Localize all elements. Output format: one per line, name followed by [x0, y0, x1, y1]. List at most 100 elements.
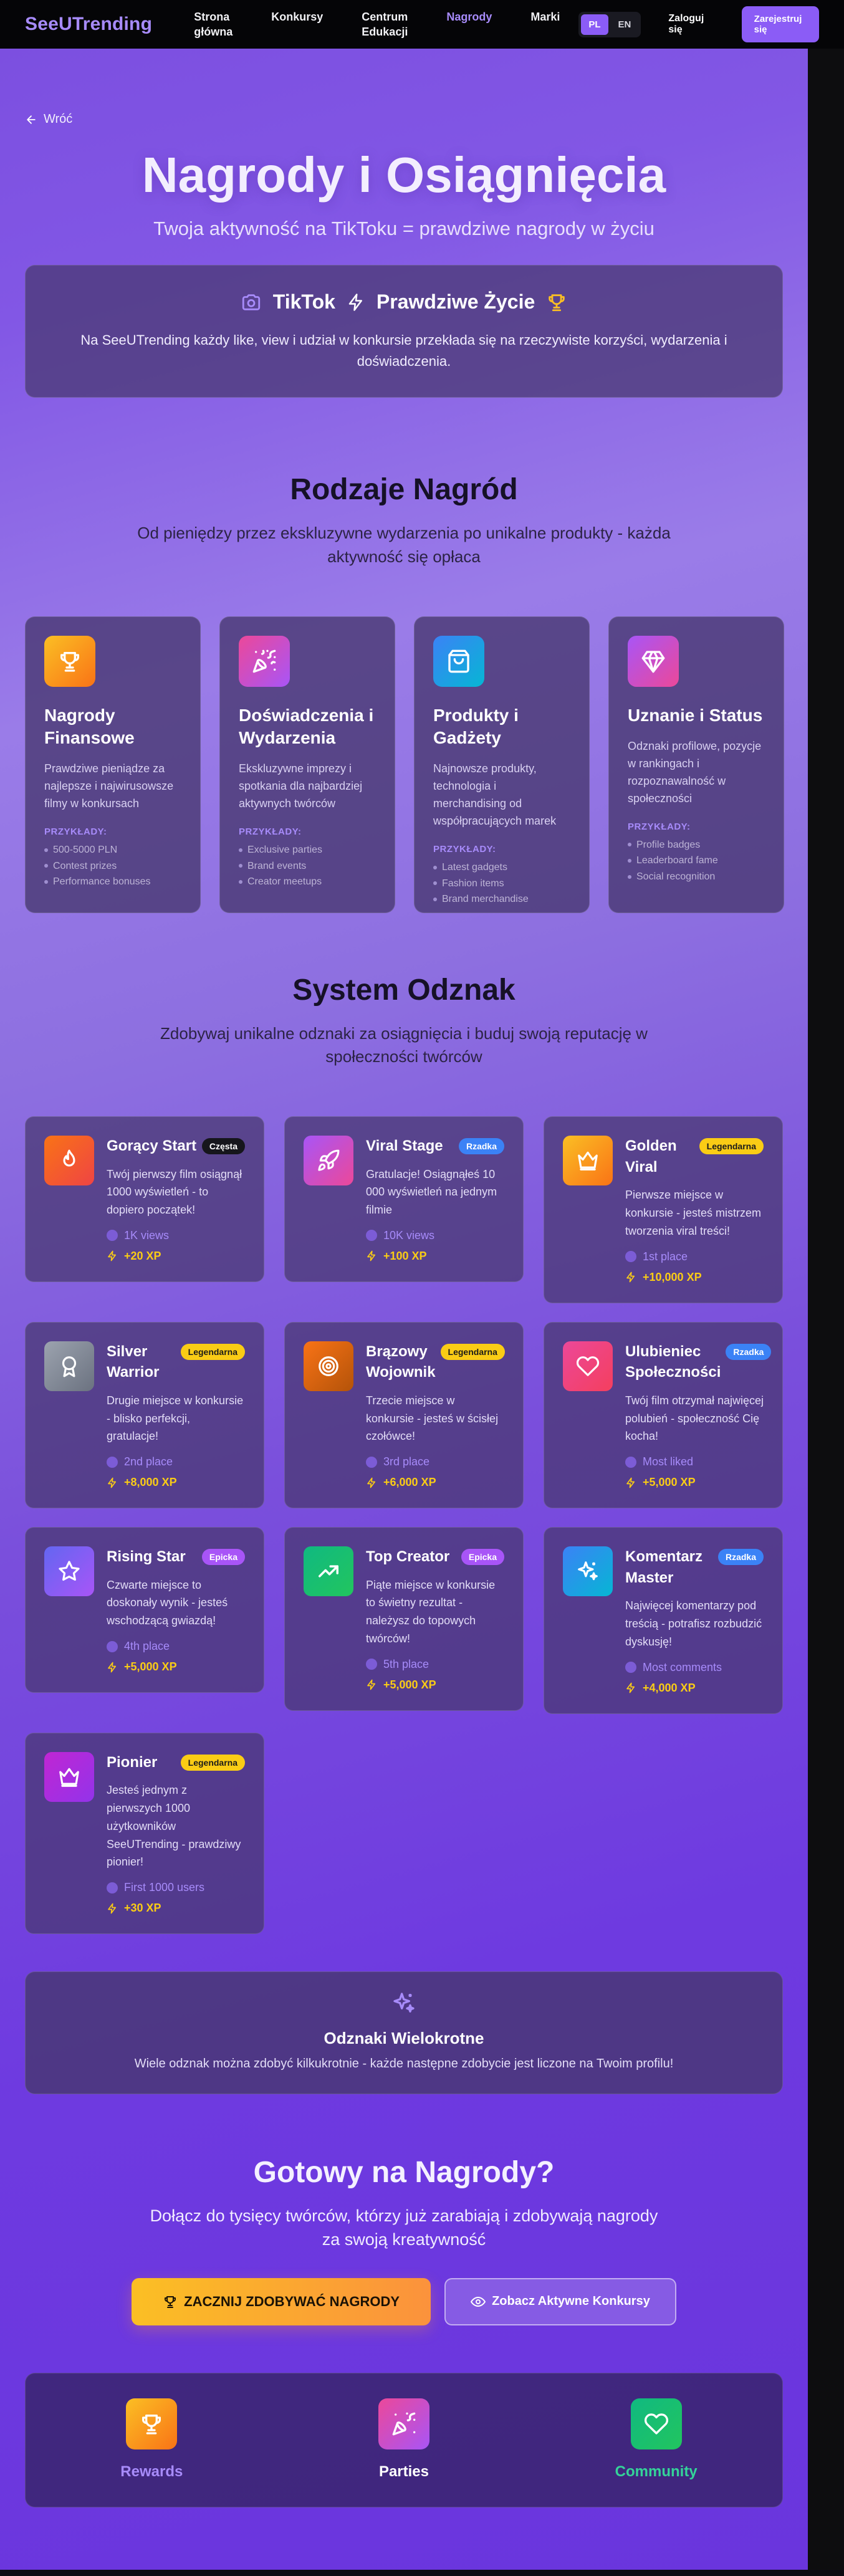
- badge-xp: +30 XP: [107, 1902, 245, 1915]
- nav-link-contests[interactable]: Konkursy: [271, 9, 323, 24]
- badge-header: Rising Star Epicka: [107, 1546, 245, 1568]
- reward-card-desc: Ekskluzywne imprezy i spotkania dla najb…: [239, 762, 363, 810]
- reward-card-title: Produkty i Gadżety: [433, 705, 519, 747]
- badge-header: Top Creator Epicka: [366, 1546, 504, 1568]
- back-label: Wróć: [44, 112, 73, 126]
- cta-title: Gotowy na Nagrody?: [253, 2156, 555, 2190]
- nav-link-home[interactable]: Strona główna: [194, 9, 233, 40]
- badge-xp: +10,000 XP: [625, 1271, 764, 1284]
- login-button[interactable]: Zaloguj się: [668, 13, 711, 36]
- trophy-icon: [549, 294, 565, 311]
- back-button[interactable]: Wróć: [25, 49, 100, 127]
- examples-list: Profile badges Leaderboard fame Social r…: [628, 837, 765, 885]
- badge-xp-text: +20 XP: [124, 1249, 161, 1262]
- reward-card-title: Nagrody Finansowe: [44, 705, 135, 747]
- nav-link-rewards[interactable]: Nagrody: [446, 9, 492, 24]
- reward-card-title: Uznanie i Status: [628, 705, 763, 725]
- badge-card: Top Creator Epicka Piąte miejsce w konku…: [284, 1527, 524, 1711]
- badge-card: Komentarz Master Rzadka Najwięcej koment…: [544, 1527, 783, 1714]
- nav-link-education[interactable]: Centrum Edukacji: [362, 9, 408, 40]
- sparkles-icon: [563, 1546, 613, 1597]
- badge-card: Brązowy Wojownik Legendarna Trzecie miej…: [284, 1321, 524, 1509]
- top-navbar: SeeUTrending Strona główna Konkursy Cent…: [0, 0, 844, 49]
- badge-desc: Drugie miejsce w konkursie - blisko perf…: [107, 1394, 244, 1443]
- rewards-section-subtitle: Od pieniędzy przez ekskluzywne wydarzeni…: [137, 524, 671, 566]
- heart-icon: [630, 2398, 682, 2449]
- lightning-icon: [108, 1251, 117, 1262]
- multi-badges-title: Odznaki Wielokrotne: [324, 2029, 484, 2048]
- badge-desc: Piąte miejsce w konkursie to świetny rez…: [366, 1578, 496, 1645]
- trophy-icon: [165, 2296, 176, 2308]
- reward-card-financial: Nagrody Finansowe Prawdziwe pieniądze za…: [25, 616, 201, 913]
- badge-name: Rising Star: [107, 1548, 186, 1566]
- sparkles-icon: [393, 1993, 415, 2013]
- badge-body: Brązowy Wojownik Legendarna Trzecie miej…: [366, 1341, 505, 1490]
- badge-xp: +100 XP: [366, 1250, 504, 1263]
- requirement-dot-icon: [625, 1456, 636, 1468]
- badge-desc: Twój film otrzymał najwięcej polubień - …: [625, 1394, 764, 1443]
- badge-xp-text: +5,000 XP: [383, 1678, 436, 1691]
- examples-label: PRZYKŁADY:: [239, 826, 302, 838]
- rewards-section-title: Rodzaje Nagród: [290, 473, 518, 507]
- badge-body: Komentarz Master Rzadka Najwięcej koment…: [625, 1546, 764, 1695]
- register-button[interactable]: Zarejestruj się: [741, 6, 819, 42]
- view-contests-button[interactable]: Zobacz Aktywne Konkursy: [444, 2277, 676, 2325]
- examples-list: 500-5000 PLN Contest prizes Performance …: [44, 842, 181, 890]
- lang-en-button[interactable]: EN: [611, 14, 639, 35]
- badge-xp: +8,000 XP: [107, 1476, 245, 1489]
- badge-name: Silver Warrior: [107, 1343, 160, 1381]
- requirement-dot-icon: [625, 1251, 636, 1263]
- lang-pl-button[interactable]: PL: [581, 14, 608, 35]
- badge-body: Ulubieniec Społeczności Rzadka Twój film…: [625, 1341, 772, 1490]
- badge-card: Golden Viral Legendarna Pierwsze miejsce…: [544, 1116, 783, 1303]
- lightning-icon: [367, 1251, 376, 1262]
- main-content: Wróć Nagrody i Osiągnięcia Twoja aktywno…: [0, 49, 808, 2570]
- brand-logo[interactable]: SeeUTrending: [25, 14, 154, 35]
- trophy-icon: [44, 635, 95, 687]
- intro-real-life-label: Prawdziwe Życie: [376, 290, 535, 313]
- lightning-icon: [108, 1662, 117, 1672]
- page-title: Nagrody i Osiągnięcia: [141, 147, 666, 203]
- start-earning-button[interactable]: ZACZNIJ ZDOBYWAĆ NAGRODY: [132, 2277, 431, 2325]
- badge-header: Viral Stage Rzadka: [366, 1136, 504, 1157]
- badge-requirement: 3rd place: [366, 1455, 505, 1468]
- example-item: Brand merchandise: [433, 891, 570, 907]
- badge-requirement-text: 5th place: [383, 1657, 429, 1670]
- lightning-icon: [367, 1477, 376, 1488]
- nav-link-brands[interactable]: Marki: [530, 9, 560, 24]
- badge-card: Silver Warrior Legendarna Drugie miejsce…: [25, 1321, 264, 1509]
- feature-parties: Parties: [278, 2398, 530, 2481]
- arrow-left-icon: [27, 115, 36, 124]
- badge-name: Gorący Start: [107, 1137, 197, 1154]
- requirement-dot-icon: [107, 1456, 118, 1468]
- nav-links: Strona główna Konkursy Centrum Edukacji …: [194, 9, 578, 40]
- badge-desc: Twój pierwszy film osiągnął 1000 wyświet…: [107, 1167, 242, 1217]
- cta-buttons: ZACZNIJ ZDOBYWAĆ NAGRODY Zobacz Aktywne …: [25, 2277, 783, 2325]
- example-item: Fashion items: [433, 876, 570, 892]
- lightning-icon: [626, 1271, 635, 1283]
- badge-name: Viral Stage: [366, 1137, 443, 1154]
- rarity-badge: Rzadka: [717, 1549, 764, 1566]
- rocket-icon: [304, 1135, 353, 1185]
- examples-list: Latest gadgets Fashion items Brand merch…: [433, 859, 570, 907]
- examples-list: Exclusive parties Brand events Creator m…: [239, 842, 376, 890]
- badge-requirement-text: Most comments: [643, 1660, 722, 1673]
- badge-xp: +5,000 XP: [107, 1660, 245, 1673]
- badge-body: Pionier Legendarna Jesteś jednym z pierw…: [107, 1752, 245, 1915]
- intro-box: TikTok Prawdziwe Życie Na SeeUTrending k…: [25, 265, 783, 398]
- party-popper-icon: [378, 2398, 429, 2449]
- party-popper-icon: [239, 635, 290, 687]
- badge-desc: Najwięcej komentarzy pod treścią - potra…: [625, 1599, 762, 1648]
- badge-desc: Pierwsze miejsce w konkursie - jesteś mi…: [625, 1189, 762, 1237]
- camera-icon: [242, 294, 260, 310]
- badges-grid: Gorący Start Częsta Twój pierwszy film o…: [25, 1116, 783, 1935]
- requirement-dot-icon: [366, 1230, 377, 1242]
- badge-desc: Jesteś jednym z pierwszych 1000 użytkown…: [107, 1784, 241, 1869]
- badge-header: Gorący Start Częsta: [107, 1136, 245, 1157]
- rarity-badge: Epicka: [461, 1549, 504, 1566]
- crown-icon: [563, 1135, 613, 1185]
- badge-xp-text: +4,000 XP: [643, 1681, 696, 1694]
- view-contests-label: Zobacz Aktywne Konkursy: [492, 2294, 650, 2309]
- cta-subtitle: Dołącz do tysięcy twórców, którzy już za…: [150, 2206, 658, 2249]
- lightning-icon: [108, 1477, 117, 1488]
